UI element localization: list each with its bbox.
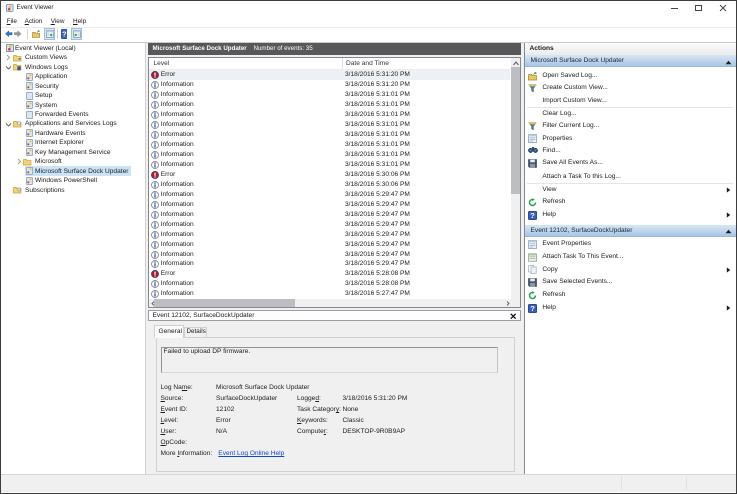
svg-text:?: ?	[61, 30, 66, 39]
svg-text:?: ?	[530, 211, 535, 220]
svg-text:?: ?	[530, 304, 535, 313]
